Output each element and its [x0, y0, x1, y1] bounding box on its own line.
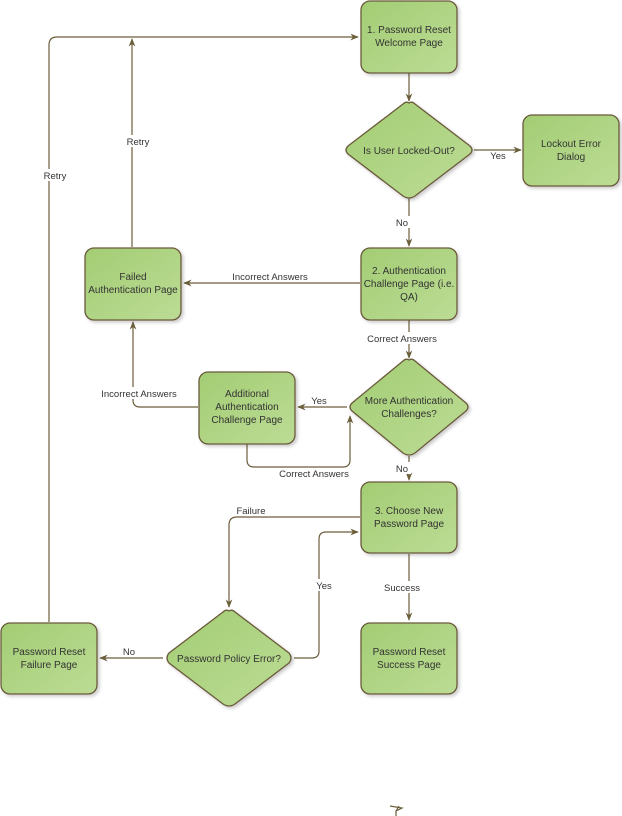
node-failure[interactable]: Password Reset Failure Page — [0, 622, 98, 695]
edge-policy-choose — [294, 528, 359, 659]
node-policy-line1: Password Policy Error? — [177, 654, 281, 665]
node-challenge-line3: QA) — [400, 292, 418, 303]
node-more-line1: More Authentication — [365, 396, 453, 407]
edge-label-correct-answers-1: Correct Answers — [367, 334, 437, 345]
node-more[interactable]: More Authentication Challenges? — [349, 358, 469, 456]
node-additional[interactable]: Additional Authentication Challenge Page — [198, 371, 296, 445]
node-additional-line3: Challenge Page — [211, 415, 283, 426]
stray-arrowhead — [389, 805, 404, 816]
node-lockout-line1: Lockout Error — [541, 139, 602, 150]
node-welcome-line2: Welcome Page — [375, 38, 443, 49]
node-welcome[interactable]: 1. Password Reset Welcome Page — [360, 0, 458, 74]
edge-label-yes-additional: Yes — [311, 396, 327, 407]
edge-label-incorrect-answers-2: Incorrect Answers — [101, 389, 177, 400]
edge-label-yes-lockout: Yes — [490, 151, 506, 162]
node-failure-line1: Password Reset — [13, 647, 86, 658]
node-choose-line2: Password Page — [374, 519, 444, 530]
edge-label-retry-2: Retry — [44, 171, 67, 182]
node-locked-line1: Is User Locked-Out? — [363, 146, 455, 157]
node-choose[interactable]: 3. Choose New Password Page — [360, 481, 458, 554]
node-success-line1: Password Reset — [373, 647, 446, 658]
node-additional-line1: Additional — [225, 389, 269, 400]
flowchart: Yes No Incorrect Answers Correct Answers… — [0, 0, 620, 816]
node-success[interactable]: Password Reset Success Page — [360, 622, 458, 695]
edge-label-retry-1: Retry — [127, 137, 150, 148]
node-lockout-line2: Dialog — [557, 152, 585, 163]
node-failed[interactable]: Failed Authentication Page — [84, 247, 182, 321]
node-locked[interactable]: Is User Locked-Out? — [345, 101, 473, 199]
edge-label-yes-policy: Yes — [316, 581, 332, 592]
node-lockout[interactable]: Lockout Error Dialog — [522, 114, 620, 187]
node-failure-line2: Failure Page — [21, 660, 78, 671]
edge-label-no-failure: No — [123, 647, 135, 658]
node-more-line2: Challenges? — [381, 409, 437, 420]
edge-label-correct-answers-2: Correct Answers — [279, 469, 349, 480]
edge-label-no-choose: No — [396, 464, 408, 475]
node-additional-line2: Authentication — [215, 402, 278, 413]
node-choose-line1: 3. Choose New — [375, 506, 444, 517]
edge-label-no-challenge: No — [396, 218, 408, 229]
node-failed-line1: Failed — [119, 272, 146, 283]
node-challenge-line1: 2. Authentication — [372, 266, 446, 277]
node-challenge[interactable]: 2. Authentication Challenge Page (i.e. Q… — [360, 247, 458, 321]
edge-failure-welcome — [48, 33, 359, 622]
edge-label-failure: Failure — [236, 506, 265, 517]
edge-label-incorrect-answers-1: Incorrect Answers — [232, 272, 308, 283]
node-failed-line2: Authentication Page — [88, 285, 178, 296]
edge-label-success: Success — [384, 583, 420, 594]
nodes: 1. Password Reset Welcome Page Is User L… — [0, 0, 620, 707]
node-challenge-line2: Challenge Page (i.e. — [364, 279, 455, 290]
node-success-line2: Success Page — [377, 660, 441, 671]
edge-choose-policy — [225, 516, 360, 608]
node-policy[interactable]: Password Policy Error? — [166, 609, 292, 707]
node-welcome-line1: 1. Password Reset — [367, 25, 451, 36]
